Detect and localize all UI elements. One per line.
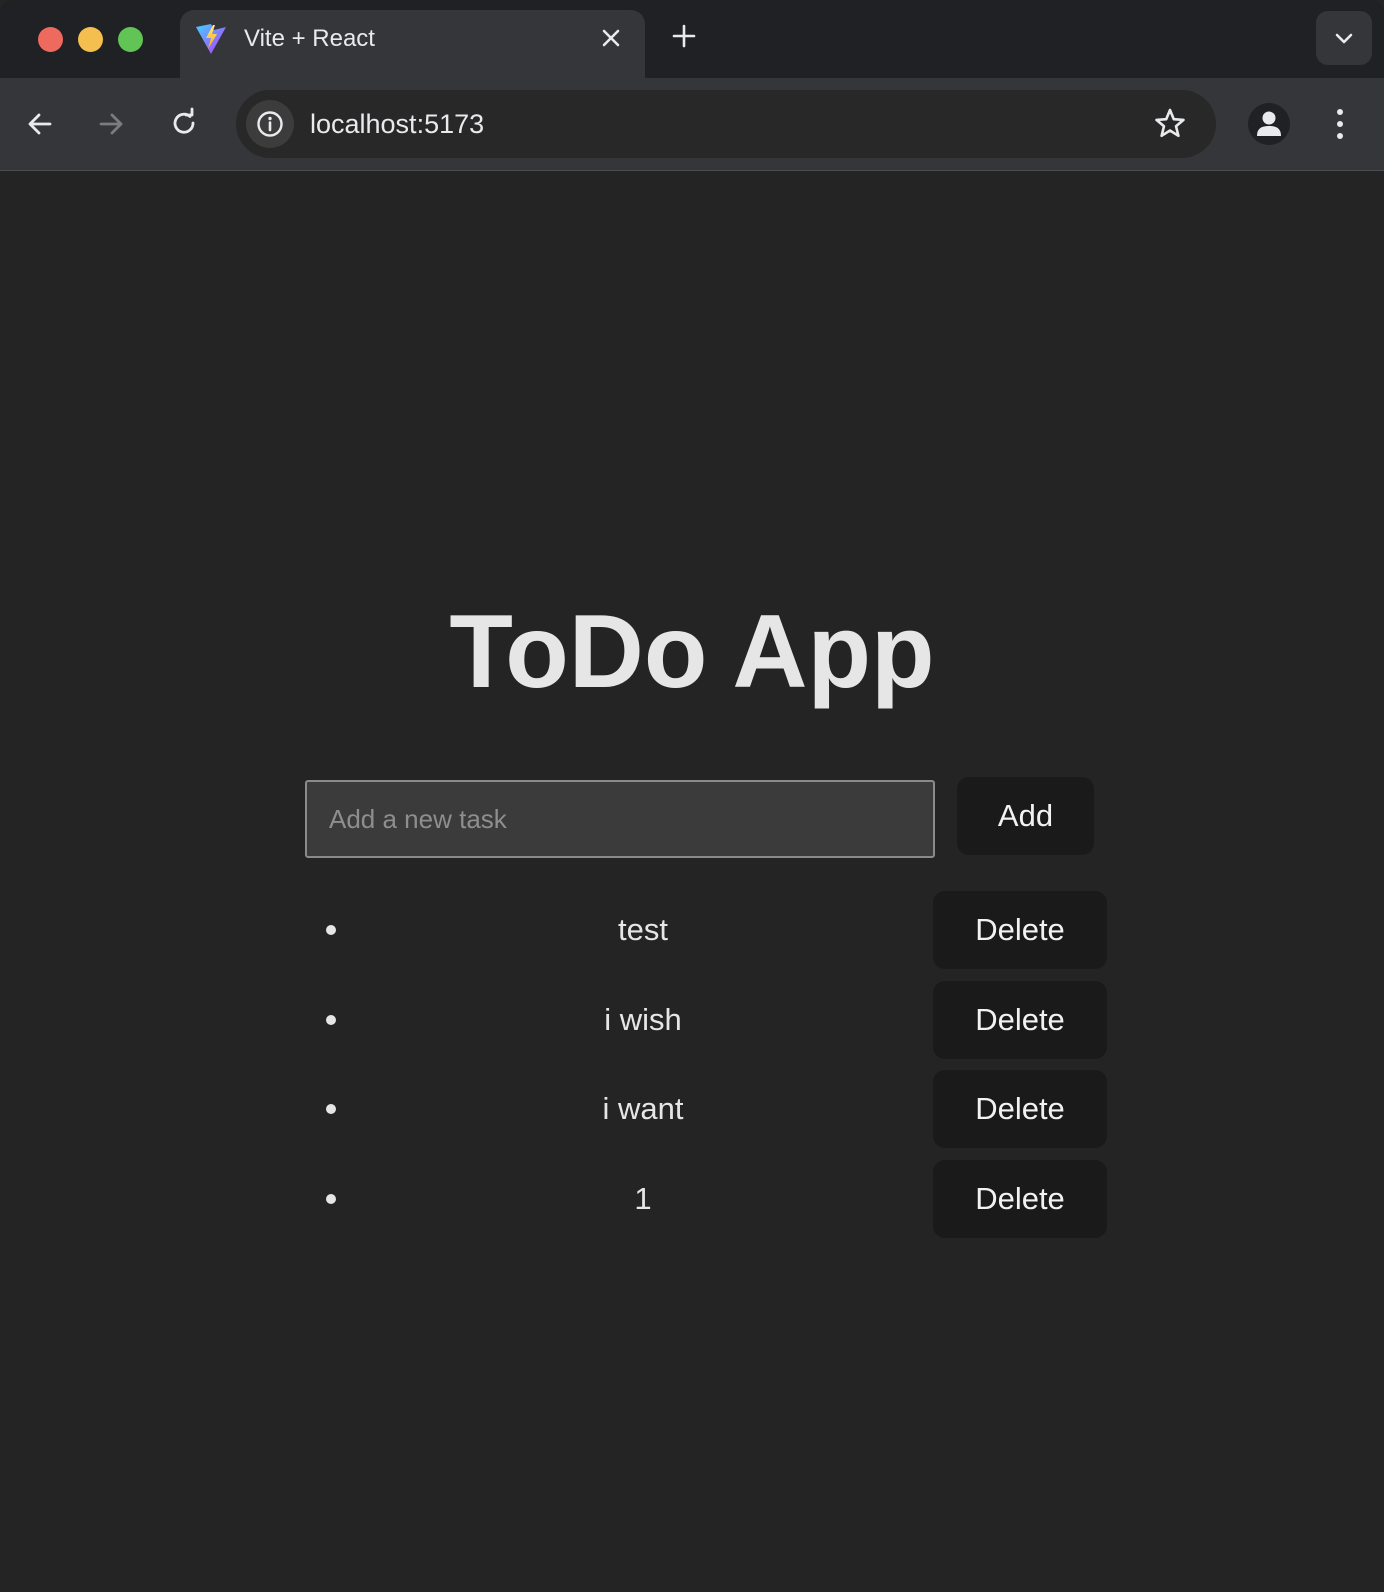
star-icon[interactable]: [1152, 106, 1188, 142]
task-text: 1: [634, 1181, 652, 1216]
browser-tab[interactable]: Vite + React: [180, 10, 645, 78]
close-window-button[interactable]: [38, 27, 63, 52]
maximize-window-button[interactable]: [118, 27, 143, 52]
tab-strip: Vite + React: [0, 0, 1384, 78]
task-item: i want Delete: [0, 1069, 1384, 1149]
browser-window: Vite + React localhost:5173 ToDo App Add…: [0, 0, 1384, 1592]
list-bullet: [326, 1015, 336, 1025]
task-text: i want: [602, 1091, 684, 1126]
page-title: ToDo App: [449, 594, 935, 710]
new-task-input[interactable]: [305, 780, 935, 858]
address-bar[interactable]: localhost:5173: [236, 90, 1216, 158]
tab-title: Vite + React: [244, 25, 375, 52]
plus-icon[interactable]: [670, 22, 698, 50]
vite-logo-icon: [194, 22, 228, 56]
task-item: 1 Delete: [0, 1159, 1384, 1239]
delete-task-button[interactable]: Delete: [933, 1160, 1107, 1238]
delete-task-button[interactable]: Delete: [933, 981, 1107, 1059]
task-text: i wish: [604, 1002, 682, 1037]
close-icon[interactable]: [597, 24, 625, 52]
arrow-left-icon[interactable]: [22, 106, 58, 142]
tab-search-button[interactable]: [1316, 11, 1372, 65]
browser-toolbar: localhost:5173: [0, 78, 1384, 171]
delete-task-button[interactable]: Delete: [933, 891, 1107, 969]
reload-icon[interactable]: [166, 106, 202, 142]
minimize-window-button[interactable]: [78, 27, 103, 52]
site-info-button[interactable]: [246, 100, 294, 148]
url-text: localhost:5173: [310, 109, 485, 139]
more-vert-icon[interactable]: [1322, 104, 1358, 144]
list-bullet: [326, 1194, 336, 1204]
list-bullet: [326, 925, 336, 935]
list-bullet: [326, 1104, 336, 1114]
arrow-right-icon[interactable]: [93, 106, 129, 142]
add-task-button[interactable]: Add: [957, 777, 1094, 855]
delete-task-button[interactable]: Delete: [933, 1070, 1107, 1148]
chevron-down-icon: [1335, 33, 1353, 44]
task-text: test: [618, 912, 668, 947]
task-item: test Delete: [0, 890, 1384, 970]
info-icon: [257, 111, 283, 137]
person-icon: [1257, 111, 1281, 136]
task-item: i wish Delete: [0, 980, 1384, 1060]
profile-button[interactable]: [1248, 103, 1290, 145]
